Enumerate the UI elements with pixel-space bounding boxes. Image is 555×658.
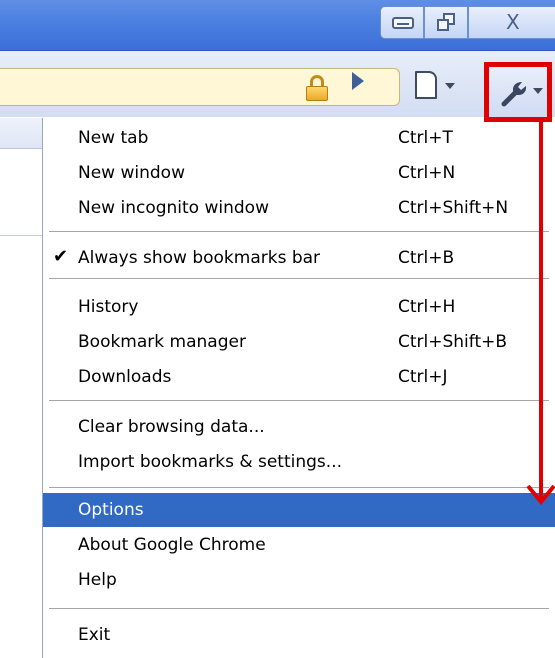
chevron-down-icon (533, 88, 543, 94)
menu-item-bookmark-manager[interactable]: Bookmark manager Ctrl+Shift+B (43, 325, 555, 359)
menu-separator (49, 608, 549, 610)
menu-item-new-tab[interactable]: New tab Ctrl+T (43, 121, 555, 155)
menu-separator (49, 231, 549, 233)
page-menu-button[interactable] (409, 67, 465, 105)
menu-item-shortcut: Ctrl+Shift+N (398, 198, 509, 218)
menu-item-shortcut: Ctrl+Shift+B (398, 332, 508, 352)
chevron-down-icon (445, 83, 455, 89)
title-bar: X (0, 0, 555, 51)
wrench-menu: New tab Ctrl+T New window Ctrl+N New incogni… (42, 118, 555, 658)
divider (0, 235, 42, 236)
menu-item-shortcut: Ctrl+H (398, 297, 456, 317)
menu-item-history[interactable]: History Ctrl+H (43, 290, 555, 324)
annotation-arrow (526, 118, 555, 506)
lock-icon[interactable] (305, 75, 329, 101)
page-icon (415, 71, 437, 99)
menu-item-import-bookmarks-settings[interactable]: Import bookmarks & settings... (43, 445, 555, 479)
menu-item-label: Downloads (78, 367, 172, 387)
menu-item-exit[interactable]: Exit (43, 618, 555, 652)
menu-item-clear-browsing-data[interactable]: Clear browsing data... (43, 410, 555, 444)
menu-item-label: New incognito window (78, 198, 269, 218)
restore-icon (437, 13, 457, 33)
menu-item-shortcut: Ctrl+B (398, 248, 455, 268)
menu-item-new-window[interactable]: New window Ctrl+N (43, 156, 555, 190)
menu-item-shortcut: Ctrl+J (398, 367, 448, 387)
menu-item-label: Exit (78, 625, 111, 645)
menu-item-label: About Google Chrome (78, 535, 266, 555)
address-bar[interactable] (0, 68, 400, 106)
wrench-menu-button[interactable] (484, 62, 552, 122)
toolbar (0, 51, 555, 117)
menu-item-label: Import bookmarks & settings... (78, 452, 342, 472)
menu-item-options[interactable]: Options (43, 493, 555, 527)
menu-separator (49, 487, 549, 489)
menu-item-shortcut: Ctrl+T (398, 128, 453, 148)
menu-item-label: Clear browsing data... (78, 417, 265, 437)
play-icon[interactable] (352, 72, 364, 90)
minimize-icon (392, 17, 414, 29)
menu-item-label: History (78, 297, 139, 317)
tab-strip (0, 118, 42, 238)
menu-item-new-incognito-window[interactable]: New incognito window Ctrl+Shift+N (43, 191, 555, 225)
menu-separator (49, 278, 549, 280)
menu-item-label: Bookmark manager (78, 332, 246, 352)
menu-item-help[interactable]: Help (43, 563, 555, 597)
menu-item-label: Always show bookmarks bar (78, 248, 321, 268)
menu-item-shortcut: Ctrl+N (398, 163, 456, 183)
menu-item-label: Help (78, 570, 117, 590)
restore-button[interactable] (424, 6, 468, 39)
checkmark-icon: ✔ (53, 246, 69, 267)
menu-item-always-show-bookmarks-bar[interactable]: ✔ Always show bookmarks bar Ctrl+B (43, 241, 555, 275)
menu-item-downloads[interactable]: Downloads Ctrl+J (43, 360, 555, 394)
bookmarks-bar-strip (0, 118, 42, 149)
menu-item-label: New tab (78, 128, 149, 148)
close-button[interactable]: X (468, 6, 555, 39)
close-icon: X (506, 10, 520, 34)
menu-separator (49, 400, 549, 402)
wrench-icon (501, 82, 527, 107)
menu-item-about-google-chrome[interactable]: About Google Chrome (43, 528, 555, 562)
minimize-button[interactable] (380, 6, 424, 39)
menu-item-label: New window (78, 163, 185, 183)
menu-item-label: Options (78, 500, 144, 520)
